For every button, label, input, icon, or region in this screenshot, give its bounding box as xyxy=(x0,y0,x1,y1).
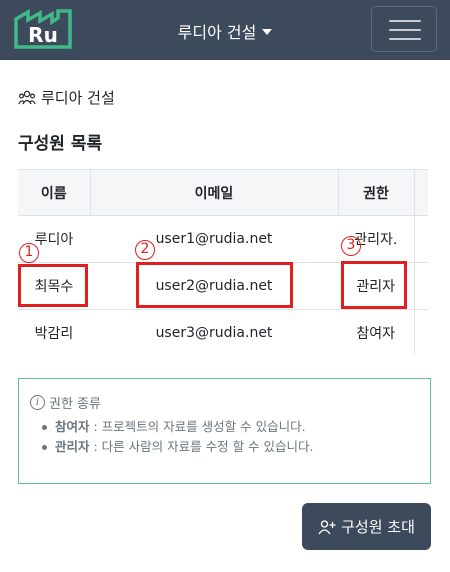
role-desc: : 프로젝트의 자료를 생성할 수 있습니다. xyxy=(89,419,306,434)
hamburger-icon-line xyxy=(389,38,421,40)
info-icon: i xyxy=(30,395,45,410)
column-header-name[interactable]: 이름 xyxy=(18,169,91,216)
column-header-email[interactable]: 이메일 xyxy=(90,169,338,216)
row-extra xyxy=(413,262,428,310)
caret-down-icon xyxy=(262,29,273,35)
hamburger-icon-line xyxy=(389,29,421,31)
annotation-box-role xyxy=(341,261,407,309)
person-plus-icon xyxy=(318,519,336,534)
member-role[interactable]: 참여자 xyxy=(338,309,414,355)
column-header-extra xyxy=(413,169,428,216)
list-item: 관리자 : 다른 사람의 자료를 수정 할 수 있습니다. xyxy=(42,437,314,457)
member-email: user3@rudia.net xyxy=(90,309,338,355)
row-extra xyxy=(413,309,428,355)
member-name: 박감리 xyxy=(18,309,90,355)
info-title: i 권한 종류 xyxy=(30,393,101,412)
hamburger-icon xyxy=(389,20,421,22)
list-item: 참여자 : 프로젝트의 자료를 생성할 수 있습니다. xyxy=(42,417,314,437)
table-row[interactable]: 박감리 user3@rudia.net 참여자 xyxy=(18,309,428,355)
company-name: 루디아 건설 xyxy=(177,23,257,42)
people-icon xyxy=(18,90,36,104)
annotation-box-name xyxy=(18,264,88,307)
navbar: Ru 루디아 건설 xyxy=(0,0,450,60)
company-label: 루디아 건설 xyxy=(41,89,115,107)
column-header-role[interactable]: 권한 xyxy=(337,169,415,216)
info-title-text: 권한 종류 xyxy=(49,397,101,412)
table-row[interactable]: 루디아 user1@rudia.net 관리자. xyxy=(18,215,428,263)
company-crumb: 루디아 건설 xyxy=(18,87,115,108)
hamburger-button[interactable] xyxy=(371,6,437,52)
member-email: user1@rudia.net xyxy=(90,215,338,263)
section-title: 구성원 목록 xyxy=(18,134,103,154)
annotation-number-3: 3 xyxy=(341,236,361,256)
role-term: 관리자 xyxy=(55,439,90,454)
row-extra xyxy=(413,215,428,263)
invite-label: 구성원 초대 xyxy=(341,518,415,536)
invite-member-button[interactable]: 구성원 초대 xyxy=(302,503,431,550)
annotation-number-1: 1 xyxy=(19,243,39,263)
role-term: 참여자 xyxy=(55,419,90,434)
annotation-box-email xyxy=(136,262,293,308)
table-header-row: 이름 이메일 권한 xyxy=(18,169,428,216)
role-list: 참여자 : 프로젝트의 자료를 생성할 수 있습니다. 관리자 : 다른 사람의… xyxy=(42,417,314,457)
annotation-number-2: 2 xyxy=(135,240,155,260)
role-info-box: i 권한 종류 참여자 : 프로젝트의 자료를 생성할 수 있습니다. 관리자 … xyxy=(18,378,431,484)
role-desc: : 다른 사람의 자료를 수정 할 수 있습니다. xyxy=(89,439,314,454)
